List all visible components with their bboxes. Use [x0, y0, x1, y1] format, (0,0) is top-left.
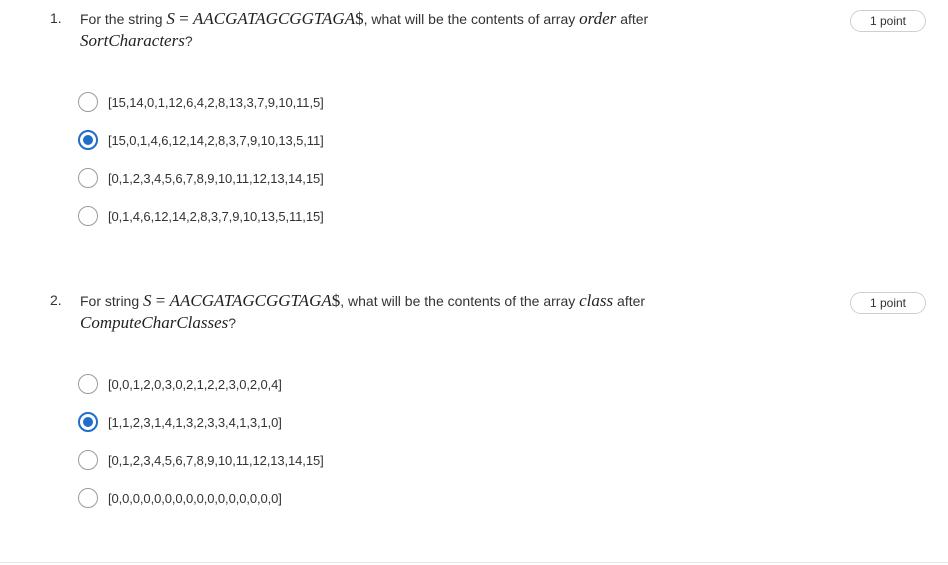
math-dollar: $	[331, 291, 341, 310]
math-function: ComputeCharClasses	[80, 313, 229, 332]
math-variable: class	[579, 291, 614, 310]
answer-option[interactable]: [1,1,2,3,1,4,1,3,2,3,3,4,1,3,1,0]	[78, 410, 282, 434]
radio-button[interactable]	[78, 168, 98, 188]
answer-option[interactable]: [0,0,0,0,0,0,0,0,0,0,0,0,0,0,0,0]	[78, 486, 282, 510]
points-badge: 1 point	[850, 292, 926, 314]
answer-label: [0,1,2,3,4,5,6,7,8,9,10,11,12,13,14,15]	[108, 170, 324, 186]
question-number: 1.	[50, 10, 62, 26]
answer-label: [0,0,0,0,0,0,0,0,0,0,0,0,0,0,0,0]	[108, 490, 282, 506]
radio-button[interactable]	[78, 488, 98, 508]
answer-label: [1,1,2,3,1,4,1,3,2,3,3,4,1,3,1,0]	[108, 414, 282, 430]
answer-label: [0,0,1,2,0,3,0,2,1,2,2,3,0,2,0,4]	[108, 376, 282, 392]
math-string: AACGATAGCGGTAGA	[169, 291, 332, 310]
answer-option[interactable]: [0,1,2,3,4,5,6,7,8,9,10,11,12,13,14,15]	[78, 166, 324, 190]
math-dollar: $	[355, 9, 364, 28]
radio-button[interactable]	[78, 206, 98, 226]
question-text: For string S = AACGATAGCGGTAGA$, what wi…	[80, 291, 646, 332]
answer-option[interactable]: [0,1,2,3,4,5,6,7,8,9,10,11,12,13,14,15]	[78, 448, 324, 472]
radio-button[interactable]	[78, 92, 98, 112]
question-text: For the string S = AACGATAGCGGTAGA$, wha…	[80, 9, 649, 50]
math-lhs: S	[166, 9, 175, 28]
radio-button[interactable]	[78, 412, 98, 432]
answer-label: [15,0,1,4,6,12,14,2,8,3,7,9,10,13,5,11]	[108, 132, 324, 148]
answer-label: [0,1,4,6,12,14,2,8,3,7,9,10,13,5,11,15]	[108, 208, 324, 224]
answer-label: [0,1,2,3,4,5,6,7,8,9,10,11,12,13,14,15]	[108, 452, 324, 468]
math-equals: =	[174, 9, 193, 28]
math-equals: =	[151, 291, 170, 310]
answer-option[interactable]: [0,1,4,6,12,14,2,8,3,7,9,10,13,5,11,15]	[78, 204, 324, 228]
math-variable: order	[579, 9, 617, 28]
radio-button[interactable]	[78, 130, 98, 150]
answer-option[interactable]: [15,0,1,4,6,12,14,2,8,3,7,9,10,13,5,11]	[78, 128, 324, 152]
answer-label: [15,14,0,1,12,6,4,2,8,13,3,7,9,10,11,5]	[108, 94, 324, 110]
math-function: SortCharacters	[80, 31, 185, 50]
points-badge: 1 point	[850, 10, 926, 32]
question-number: 2.	[50, 292, 62, 308]
math-string: AACGATAGCGGTAGA	[192, 9, 356, 28]
radio-button[interactable]	[78, 450, 98, 470]
radio-button[interactable]	[78, 374, 98, 394]
answer-option[interactable]: [0,0,1,2,0,3,0,2,1,2,2,3,0,2,0,4]	[78, 372, 282, 396]
math-lhs: S	[143, 291, 152, 310]
bottom-divider	[0, 562, 948, 563]
answer-option[interactable]: [15,14,0,1,12,6,4,2,8,13,3,7,9,10,11,5]	[78, 90, 324, 114]
